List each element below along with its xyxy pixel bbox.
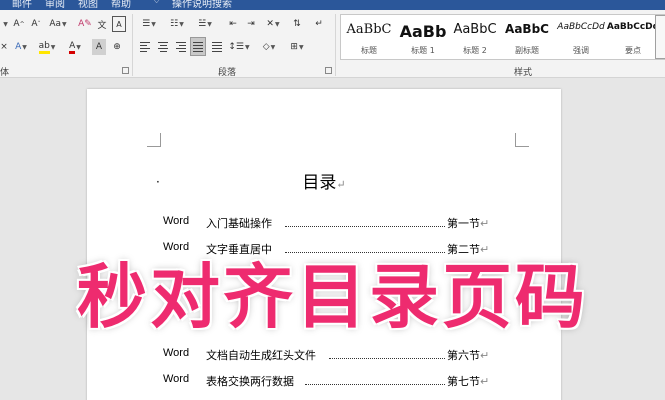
toc-leader-dots — [305, 383, 445, 385]
borders-button[interactable]: ⊞ ▼ — [286, 39, 308, 55]
phonetic-guide-icon[interactable]: 文 — [95, 16, 109, 32]
change-case-button[interactable]: Aa ▼ — [47, 16, 69, 32]
toc-entry[interactable]: Word 入门基础操作 第一节↵ — [163, 215, 493, 231]
style-emphasis[interactable]: AaBbCcDd 强调 — [553, 15, 609, 59]
enclosed-char-icon[interactable]: ⊕ — [110, 39, 124, 55]
style-subtitle[interactable]: AaBbC 副标题 — [499, 15, 555, 59]
bullets-button[interactable]: ☰ ▼ — [138, 16, 160, 32]
clear-formatting-icon[interactable]: A✎ — [78, 16, 92, 32]
ribbon: ▼ A ^ Aˇ Aa ▼ A✎ 文 A × A ▼ ab ▼ A ▼ A ⊕ 体 ☰ ▼ … — [0, 10, 665, 78]
subscript-icon[interactable]: × — [0, 39, 8, 55]
document-page[interactable]: · 目录↵ Word 入门基础操作 第一节↵ Word 文字垂直居中 第二节↵ … — [87, 89, 561, 400]
margin-mark — [147, 133, 161, 147]
font-dialog-launcher-icon[interactable] — [122, 67, 129, 74]
shading-button[interactable]: ◇ ▼ — [258, 39, 280, 55]
tell-me-search[interactable]: 操作说明搜索 — [172, 0, 232, 10]
character-shading-icon[interactable]: A — [92, 39, 106, 55]
style-strong[interactable]: AaBbCcDd 要点 — [605, 15, 661, 59]
style-partial-cell[interactable] — [655, 15, 665, 59]
group-divider — [132, 14, 133, 76]
paragraph-dialog-launcher-icon[interactable] — [325, 67, 332, 74]
numbering-button[interactable]: ☷ ▼ — [166, 16, 188, 32]
distributed-icon[interactable] — [210, 39, 224, 55]
enclose-characters-icon[interactable]: A — [112, 16, 126, 32]
toc-leader-dots — [285, 225, 445, 227]
text-effects-button[interactable]: A ▼ — [10, 39, 32, 55]
show-marks-icon[interactable]: ↵ — [312, 16, 326, 32]
margin-mark — [515, 133, 529, 147]
font-size-dropdown[interactable]: ▼ — [0, 16, 10, 32]
decrease-indent-icon[interactable]: ⇤ — [226, 16, 240, 32]
align-right-icon[interactable] — [174, 39, 188, 55]
styles-gallery: AaBbC 标题 AaBb 标题 1 AaBbC 标题 2 AaBbC 副标题 … — [340, 14, 665, 60]
group-divider — [335, 14, 336, 76]
font-color-button[interactable]: A ▼ — [64, 39, 86, 55]
font-group-label: 体 — [0, 68, 10, 78]
highlight-color-button[interactable]: ab ▼ — [36, 39, 58, 55]
style-title[interactable]: AaBbC 标题 — [341, 15, 397, 59]
increase-indent-icon[interactable]: ⇥ — [244, 16, 258, 32]
chinese-layout-icon[interactable]: ✕ ▼ — [264, 16, 282, 32]
sort-icon[interactable]: ⇅ — [290, 16, 304, 32]
style-heading-1[interactable]: AaBb 标题 1 — [395, 15, 451, 59]
tab-review[interactable]: 审阅 — [45, 0, 65, 10]
align-left-icon[interactable] — [138, 39, 152, 55]
toc-title: 目录↵ — [302, 173, 346, 193]
ribbon-tab-strip: 邮件 审阅 视图 帮助 ♡ 操作说明搜索 — [0, 0, 665, 10]
style-heading-2[interactable]: AaBbC 标题 2 — [447, 15, 503, 59]
grow-font-icon[interactable]: A ^ — [12, 16, 26, 32]
line-spacing-button[interactable]: ↕☰ ▼ — [228, 39, 250, 55]
lightbulb-icon: ♡ — [152, 0, 161, 6]
paragraph-group-label: 段落 — [218, 68, 237, 78]
toc-entry[interactable]: Word 文档自动生成红头文件 第六节↵ — [163, 347, 493, 363]
toc-leader-dots — [329, 357, 445, 359]
tab-view[interactable]: 视图 — [78, 0, 98, 10]
overlay-headline: 秒对齐目录页码 — [76, 256, 588, 338]
tab-mailings[interactable]: 邮件 — [12, 0, 32, 10]
align-center-icon[interactable] — [156, 39, 170, 55]
toc-entry[interactable]: Word 表格交换两行数据 第七节↵ — [163, 373, 493, 389]
shrink-font-icon[interactable]: Aˇ — [29, 16, 43, 32]
tab-help[interactable]: 帮助 — [111, 0, 131, 10]
justify-icon[interactable] — [190, 37, 206, 56]
toc-leader-dots — [285, 251, 445, 253]
toc-entry[interactable]: Word 文字垂直居中 第二节↵ — [163, 241, 493, 257]
styles-group-label: 样式 — [514, 68, 533, 78]
multilevel-list-button[interactable]: ☱ ▼ — [194, 16, 216, 32]
